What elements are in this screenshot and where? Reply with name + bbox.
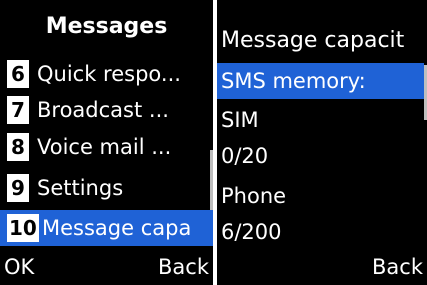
softkey-back[interactable]: Back (158, 253, 209, 281)
scrollbar (210, 150, 213, 210)
sms-memory-label: SMS memory: (221, 69, 366, 93)
sms-memory-row[interactable]: SMS memory: (217, 63, 424, 99)
sim-value: 0/20 (221, 144, 269, 168)
phone-value: 6/200 (221, 220, 282, 244)
menu-item-label: Message capa (42, 216, 192, 240)
menu-item-label: Quick respo... (37, 62, 181, 86)
softkey-back[interactable]: Back (372, 253, 423, 281)
menu-item-number: 6 (7, 60, 29, 88)
messages-menu-screen: Messages 6 Quick respo... 7 Broadcast ..… (0, 0, 213, 285)
menu-item-number: 7 (7, 96, 29, 124)
phone-label: Phone (221, 184, 287, 208)
menu-item-broadcast[interactable]: 7 Broadcast ... (0, 92, 213, 128)
menu-item-quick-responses[interactable]: 6 Quick respo... (0, 56, 213, 92)
menu-item-message-capacity[interactable]: 10 Message capa (0, 210, 213, 246)
sim-label: SIM (221, 108, 259, 132)
screen-title: Message capacit (221, 28, 405, 53)
message-capacity-screen: Message capacit SMS memory: SIM 0/20 Pho… (217, 0, 427, 285)
menu-item-settings[interactable]: 9 Settings (0, 170, 213, 206)
menu-item-label: Voice mail ... (37, 135, 172, 159)
menu-item-number: 9 (7, 174, 29, 202)
menu-item-voice-mail[interactable]: 8 Voice mail ... (0, 129, 213, 165)
menu-item-label: Broadcast ... (37, 98, 169, 122)
menu-item-number: 10 (7, 214, 39, 242)
screen-title: Messages (45, 14, 168, 39)
softkey-ok[interactable]: OK (4, 253, 34, 281)
menu-item-number: 8 (7, 133, 29, 161)
menu-item-label: Settings (37, 176, 124, 200)
